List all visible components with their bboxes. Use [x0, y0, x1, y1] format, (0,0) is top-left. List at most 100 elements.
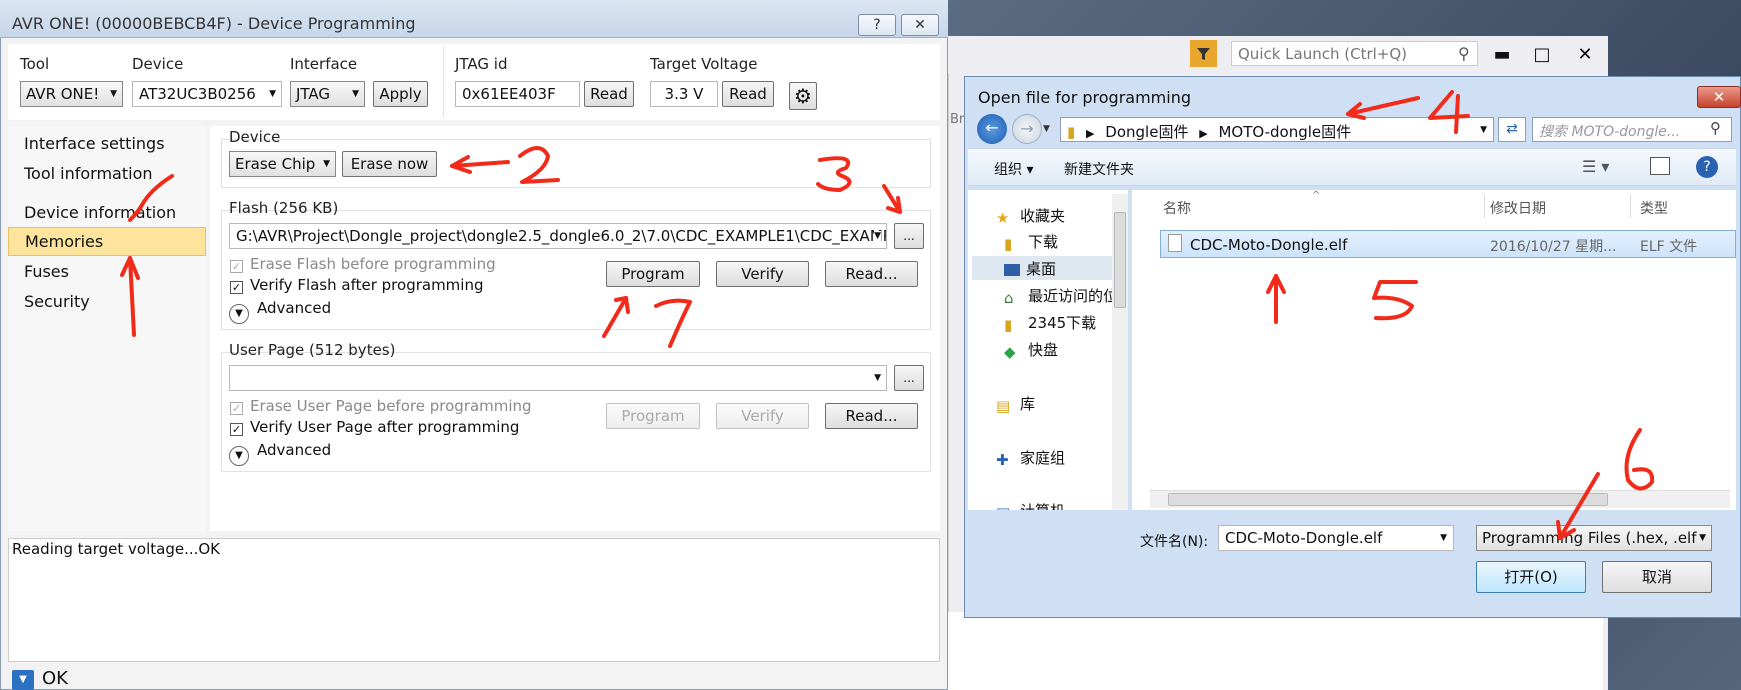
divider [443, 46, 444, 118]
nav-memories[interactable]: Memories [8, 227, 206, 256]
verify-flash-checkbox[interactable]: ✓ Verify Flash after programming [230, 276, 484, 294]
search-icon: ⚲ [1458, 44, 1470, 63]
flash-browse-button[interactable]: ... [894, 223, 924, 249]
preview-pane-icon[interactable] [1650, 157, 1670, 175]
ofd-close-button[interactable]: ✕ [1697, 86, 1741, 108]
erase-flash-checkbox[interactable]: ✓ Erase Flash before programming [230, 255, 496, 273]
flash-advanced-toggle[interactable]: ▼ Advanced [229, 299, 331, 324]
quick-launch-input[interactable]: Quick Launch (Ctrl+Q) [1231, 41, 1478, 66]
library-icon: ▤ [996, 397, 1011, 415]
chevron-down-icon[interactable]: ▼ [1480, 125, 1487, 135]
col-date[interactable]: 修改日期 [1490, 198, 1546, 218]
user-page-program-button[interactable]: Program [606, 403, 700, 429]
forward-arrow-icon[interactable]: → [1012, 114, 1042, 144]
status-text: OK [42, 668, 68, 689]
user-page-advanced-toggle[interactable]: ▼ Advanced [229, 441, 331, 466]
device-select[interactable]: AT32UC3B0256 ▼ [132, 81, 282, 107]
user-page-verify-button[interactable]: Verify [716, 403, 809, 429]
jtag-read-button[interactable]: Read [584, 81, 634, 107]
nav-security[interactable]: Security [8, 288, 206, 317]
star-icon: ★ [996, 209, 1010, 227]
tool-select[interactable]: AVR ONE! ▼ [20, 81, 123, 107]
user-page-browse-button[interactable]: ... [894, 365, 924, 391]
jtag-id-label: JTAG id [455, 55, 508, 73]
tree-desktop[interactable]: 桌面 [1004, 258, 1056, 279]
divider [1484, 194, 1485, 218]
col-type[interactable]: 类型 [1640, 198, 1668, 218]
desktop-icon [1004, 264, 1020, 276]
erase-now-button[interactable]: Erase now [342, 151, 437, 177]
cancel-button[interactable]: 取消 [1602, 561, 1712, 593]
gear-icon[interactable]: ⚙ [789, 82, 817, 110]
chevron-right-icon: ▶ [1199, 127, 1208, 140]
tree-favorites[interactable]: ★ 收藏夹 [996, 205, 1065, 227]
refresh-icon[interactable]: ⇄ [1498, 117, 1526, 142]
breadcrumb-dongle[interactable]: Dongle固件 [1105, 123, 1188, 141]
filename-label: 文件名(N): [1140, 534, 1209, 550]
chevron-down-icon: ▼ [229, 446, 249, 466]
filename-input[interactable]: CDC-Moto-Dongle.elf ▼ [1218, 525, 1454, 551]
expand-icon[interactable]: ▼ [12, 670, 34, 690]
device-label: Device [132, 55, 184, 73]
open-button[interactable]: 打开(O) [1476, 561, 1586, 593]
back-arrow-icon[interactable]: ← [977, 114, 1007, 144]
folder-search-input[interactable]: 搜索 MOTO-dongle... [1532, 117, 1732, 142]
folder-icon: ▮ [1004, 316, 1013, 334]
erase-mode-select[interactable]: Erase Chip ▼ [229, 151, 336, 177]
close-icon[interactable]: ✕ [1573, 44, 1597, 65]
tree-recent[interactable]: ⌂ 最近访问的位 [1004, 285, 1118, 307]
target-voltage-field[interactable]: 3.3 V [650, 81, 718, 107]
flash-verify-button[interactable]: Verify [716, 261, 809, 287]
chevron-down-icon: ▼ [229, 304, 249, 324]
chevron-right-icon: ▶ [1086, 127, 1095, 140]
col-name[interactable]: 名称 [1163, 198, 1191, 218]
help-button[interactable]: ? [858, 14, 896, 36]
avr-close-button[interactable]: ✕ [901, 14, 939, 36]
address-bar[interactable]: ▮ ▶ Dongle固件 ▶ MOTO-dongle固件 ▼ [1060, 117, 1494, 142]
flash-read-button[interactable]: Read... [825, 261, 918, 287]
tree-library[interactable]: ▤ 库 [996, 393, 1035, 415]
filter-icon[interactable] [1190, 40, 1217, 67]
search-icon: ⚲ [1710, 119, 1721, 137]
jtag-id-field[interactable]: 0x61EE403F [455, 81, 580, 107]
apply-button[interactable]: Apply [373, 81, 428, 107]
interface-select[interactable]: JTAG ▼ [290, 81, 365, 107]
nav-device-information[interactable]: Device information [8, 199, 206, 228]
voltage-read-button[interactable]: Read [722, 81, 774, 107]
maximize-icon[interactable]: □ [1530, 44, 1554, 65]
file-icon [1168, 234, 1182, 252]
tool-label: Tool [20, 55, 50, 73]
breadcrumb-moto[interactable]: MOTO-dongle固件 [1218, 123, 1351, 141]
log-line: Reading target voltage...OK [12, 540, 221, 558]
tree-kuaipan[interactable]: ◆ 快盘 [1004, 339, 1058, 361]
help-icon[interactable]: ? [1696, 156, 1718, 178]
file-type: ELF 文件 [1640, 239, 1698, 255]
file-name[interactable]: CDC-Moto-Dongle.elf [1190, 236, 1347, 254]
tree-computer[interactable]: ▣计算机 [996, 500, 1065, 510]
sort-caret-icon: ^ [1312, 190, 1321, 201]
tree-2345[interactable]: ▮ 2345下载 [1004, 312, 1096, 334]
nav-interface-settings[interactable]: Interface settings [8, 130, 206, 159]
history-dropdown-icon[interactable]: ▼ [1043, 124, 1050, 134]
tree-downloads[interactable]: ▮ 下载 [1004, 231, 1058, 253]
file-type-filter[interactable]: Programming Files (.hex, .elf ▼ [1476, 525, 1712, 551]
avr-title: AVR ONE! (00000BEBCB4F) - Device Program… [12, 14, 416, 33]
erase-user-page-checkbox[interactable]: ✓ Erase User Page before programming [230, 397, 532, 415]
verify-user-page-checkbox[interactable]: ✓ Verify User Page after programming [230, 418, 519, 436]
user-page-file-path[interactable]: ▼ [229, 365, 887, 391]
file-list-scroll-thumb[interactable] [1168, 493, 1608, 506]
flash-file-path[interactable]: G:\AVR\Project\Dongle_project\dongle2.5_… [229, 223, 887, 249]
tree-scroll-thumb[interactable] [1114, 212, 1126, 308]
nav-tool-information[interactable]: Tool information [8, 160, 206, 189]
organize-button[interactable]: 组织 ▾ [994, 159, 1033, 179]
user-page-read-button[interactable]: Read... [825, 403, 918, 429]
device-group-label: Device [229, 128, 281, 146]
new-folder-button[interactable]: 新建文件夹 [1064, 159, 1134, 179]
flash-program-button[interactable]: Program [606, 261, 700, 287]
divider [1630, 194, 1631, 218]
homegroup-icon: ✚ [996, 451, 1009, 469]
nav-fuses[interactable]: Fuses [8, 258, 206, 287]
tree-homegroup[interactable]: ✚ 家庭组 [996, 447, 1065, 469]
view-options-icon[interactable]: ☰ ▾ [1582, 157, 1609, 176]
minimize-icon[interactable]: ▬ [1490, 44, 1514, 65]
